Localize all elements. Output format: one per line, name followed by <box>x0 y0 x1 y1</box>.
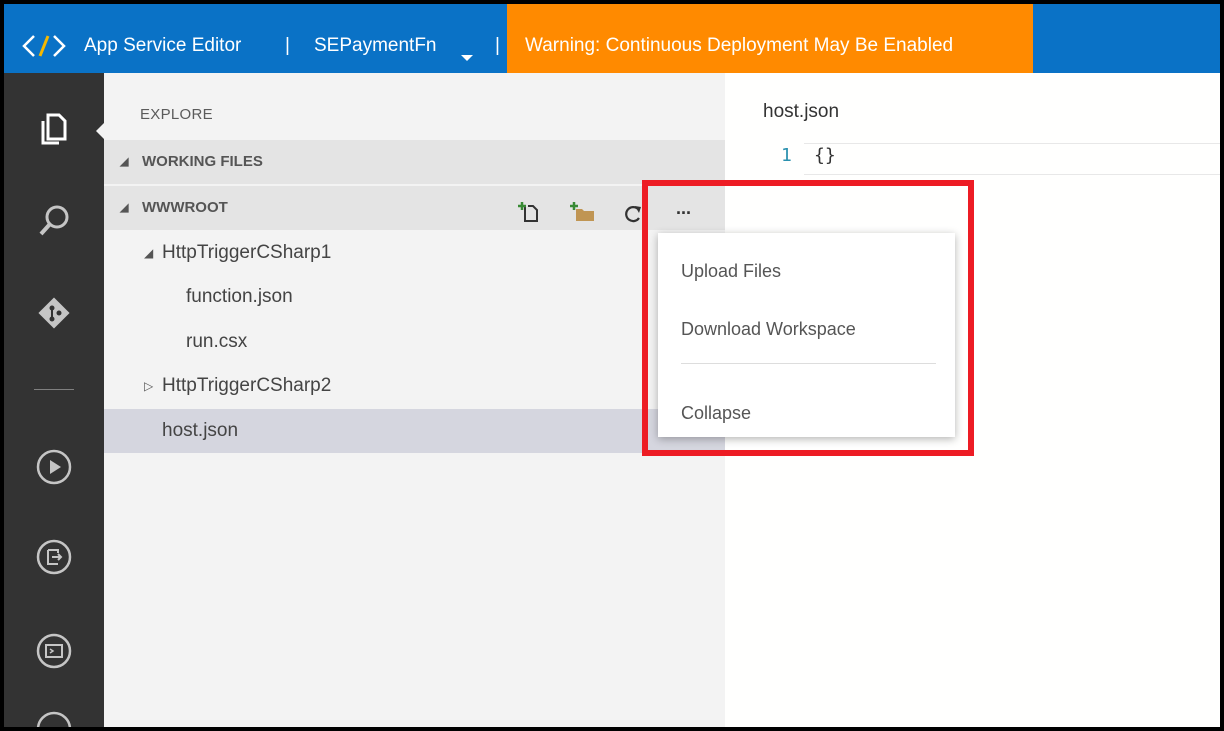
chevron-down-icon[interactable] <box>460 47 474 69</box>
tree-folder-httptriggercsharp2[interactable]: ▷ HttpTriggerCSharp2 <box>104 364 725 408</box>
more-activity-icon[interactable] <box>4 697 104 727</box>
menu-separator <box>681 363 936 364</box>
expanded-triangle-icon: ◢ <box>120 156 129 168</box>
tree-file-function-json[interactable]: function.json <box>104 275 725 319</box>
app-logo-icon <box>12 4 70 73</box>
tree-item-label: function.json <box>186 286 293 307</box>
line-number: 1 <box>781 145 792 166</box>
active-indicator <box>96 123 104 139</box>
menu-item-download-workspace[interactable]: Download Workspace <box>681 319 856 340</box>
section-label: WORKING FILES <box>142 153 263 170</box>
wwwroot-section[interactable]: ◢ WWWROOT ... <box>104 186 725 230</box>
tree-folder-httptriggercsharp1[interactable]: ◢ HttpTriggerCSharp1 <box>104 231 725 275</box>
collapsed-triangle-icon: ▷ <box>144 379 154 393</box>
app-window: App Service Editor | SEPaymentFn | Warni… <box>4 4 1220 727</box>
explorer-icon[interactable] <box>4 97 104 161</box>
explorer-sidebar: EXPLORE ◢ WORKING FILES ◢ WWWROOT ... ◢ … <box>104 73 725 727</box>
title-bar: App Service Editor | SEPaymentFn | Warni… <box>4 4 1220 73</box>
tree-item-label: HttpTriggerCSharp1 <box>162 242 332 263</box>
section-label: WWWROOT <box>142 199 228 216</box>
tree-file-host-json[interactable]: host.json <box>104 409 725 453</box>
git-icon[interactable] <box>4 281 104 345</box>
explorer-title: EXPLORE <box>140 106 213 123</box>
activity-bar <box>4 73 104 727</box>
tree-item-label: HttpTriggerCSharp2 <box>162 375 332 396</box>
expanded-triangle-icon: ◢ <box>144 246 154 260</box>
menu-item-upload-files[interactable]: Upload Files <box>681 261 781 282</box>
code-text[interactable]: {} <box>814 145 836 166</box>
current-line-highlight <box>804 143 1220 175</box>
search-icon[interactable] <box>4 189 104 253</box>
tree-item-label: host.json <box>162 420 239 441</box>
expanded-triangle-icon: ◢ <box>120 202 129 214</box>
menu-item-collapse[interactable]: Collapse <box>681 403 751 424</box>
context-menu: Upload Files Download Workspace Collapse <box>658 233 955 437</box>
warning-banner: Warning: Continuous Deployment May Be En… <box>507 4 1033 73</box>
run-icon[interactable] <box>4 435 104 499</box>
activity-divider <box>34 389 74 390</box>
tree-file-run-csx[interactable]: run.csx <box>104 320 725 364</box>
app-title: App Service Editor <box>84 35 242 56</box>
tree-item-label: run.csx <box>186 331 248 352</box>
working-files-section[interactable]: ◢ WORKING FILES <box>104 140 725 184</box>
title-separator: | <box>495 35 500 56</box>
more-actions-button[interactable]: ... <box>676 186 691 230</box>
title-separator: | <box>285 35 290 56</box>
site-name-dropdown[interactable]: SEPaymentFn <box>314 4 437 73</box>
output-icon[interactable] <box>4 525 104 589</box>
console-icon[interactable] <box>4 619 104 683</box>
editor-tab-title[interactable]: host.json <box>763 101 839 123</box>
